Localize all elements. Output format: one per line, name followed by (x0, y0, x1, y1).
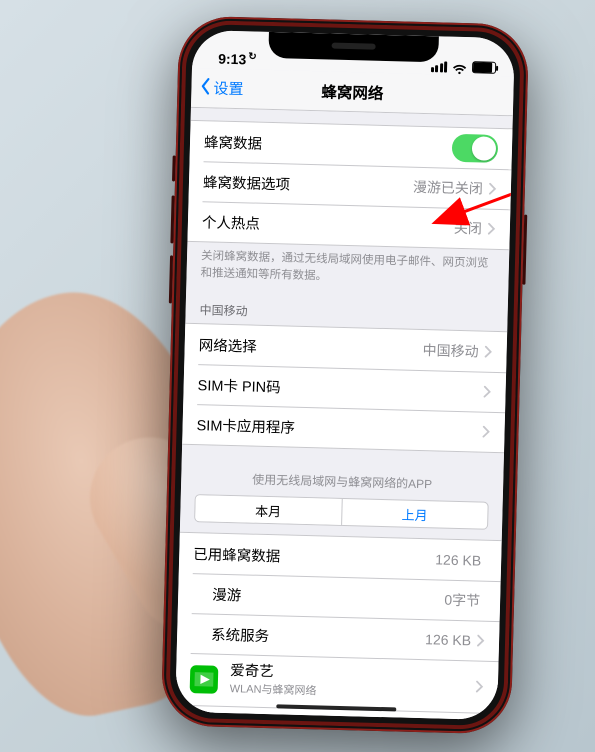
section-header-apps: 使用无线局域网与蜂窝网络的APP (181, 445, 504, 502)
chevron-right-icon (477, 635, 485, 647)
chevron-right-icon (489, 183, 497, 195)
group-footer: 关闭蜂窝数据，通过无线局域网使用电子邮件、网页浏览和推送通知等所有数据。 (186, 242, 509, 290)
screen: 9:13↻ 设置 蜂窝网络 (175, 30, 515, 720)
cell-label: 网络选择 (198, 334, 422, 361)
back-label: 设置 (213, 77, 244, 99)
wifi-icon (452, 61, 467, 72)
status-time: 9:13↻ (218, 51, 257, 68)
cell-label: 个人热点 (202, 211, 454, 239)
cell-label: 已用蜂窝数据 (193, 543, 436, 570)
notch (268, 32, 439, 62)
cell-value: 0字节 (444, 590, 480, 611)
segment-this-month[interactable]: 本月 (195, 495, 342, 525)
cell-label: SIM卡 PIN码 (197, 374, 483, 402)
iphone-device: 9:13↻ 设置 蜂窝网络 (161, 16, 529, 735)
app-icon-iqiyi (190, 665, 219, 694)
group-carrier: 网络选择 中国移动 SIM卡 PIN码 SIM卡应用程序 (182, 323, 507, 453)
cell-label: 系统服务 (211, 623, 426, 650)
cell-sim-apps[interactable]: SIM卡应用程序 (182, 404, 505, 452)
cell-value: 中国移动 (422, 340, 479, 361)
cell-label: 漫游 (212, 583, 445, 610)
cell-value: 漫游已关闭 (413, 177, 483, 199)
group-cellular: 蜂窝数据 蜂窝数据选项 漫游已关闭 个人热点 关闭 (187, 120, 512, 250)
chevron-right-icon (476, 681, 484, 693)
cellular-signal-icon (430, 61, 447, 72)
chevron-right-icon (488, 223, 496, 235)
chevron-right-icon (482, 426, 490, 438)
cell-label: SIM卡应用程序 (196, 414, 482, 442)
app-name: 百度 (229, 716, 475, 720)
cell-label: 蜂窝数据选项 (203, 171, 413, 197)
chevron-left-icon (199, 77, 212, 99)
cell-value: 关闭 (454, 218, 483, 239)
cell-value: 126 KB (435, 552, 481, 569)
cell-label: 蜂窝数据 (204, 131, 452, 158)
app-row-iqiyi[interactable]: 爱奇艺 WLAN与蜂窝网络 (175, 653, 498, 713)
cell-personal-hotspot[interactable]: 个人热点 关闭 (187, 201, 510, 249)
app-icon-baidu (188, 717, 217, 720)
group-usage: 已用蜂窝数据 126 KB 漫游 0字节 系统服务 126 KB (175, 532, 502, 720)
cellular-data-switch[interactable] (452, 134, 499, 163)
segment-last-month[interactable]: 上月 (342, 499, 488, 529)
battery-icon (472, 61, 496, 74)
back-button[interactable]: 设置 (199, 77, 244, 100)
settings-content[interactable]: 蜂窝数据 蜂窝数据选项 漫游已关闭 个人热点 关闭 关闭蜂窝数据，通过无线局域网… (175, 108, 513, 720)
chevron-right-icon (483, 386, 491, 398)
cell-value: 126 KB (425, 632, 471, 649)
chevron-right-icon (484, 346, 492, 358)
